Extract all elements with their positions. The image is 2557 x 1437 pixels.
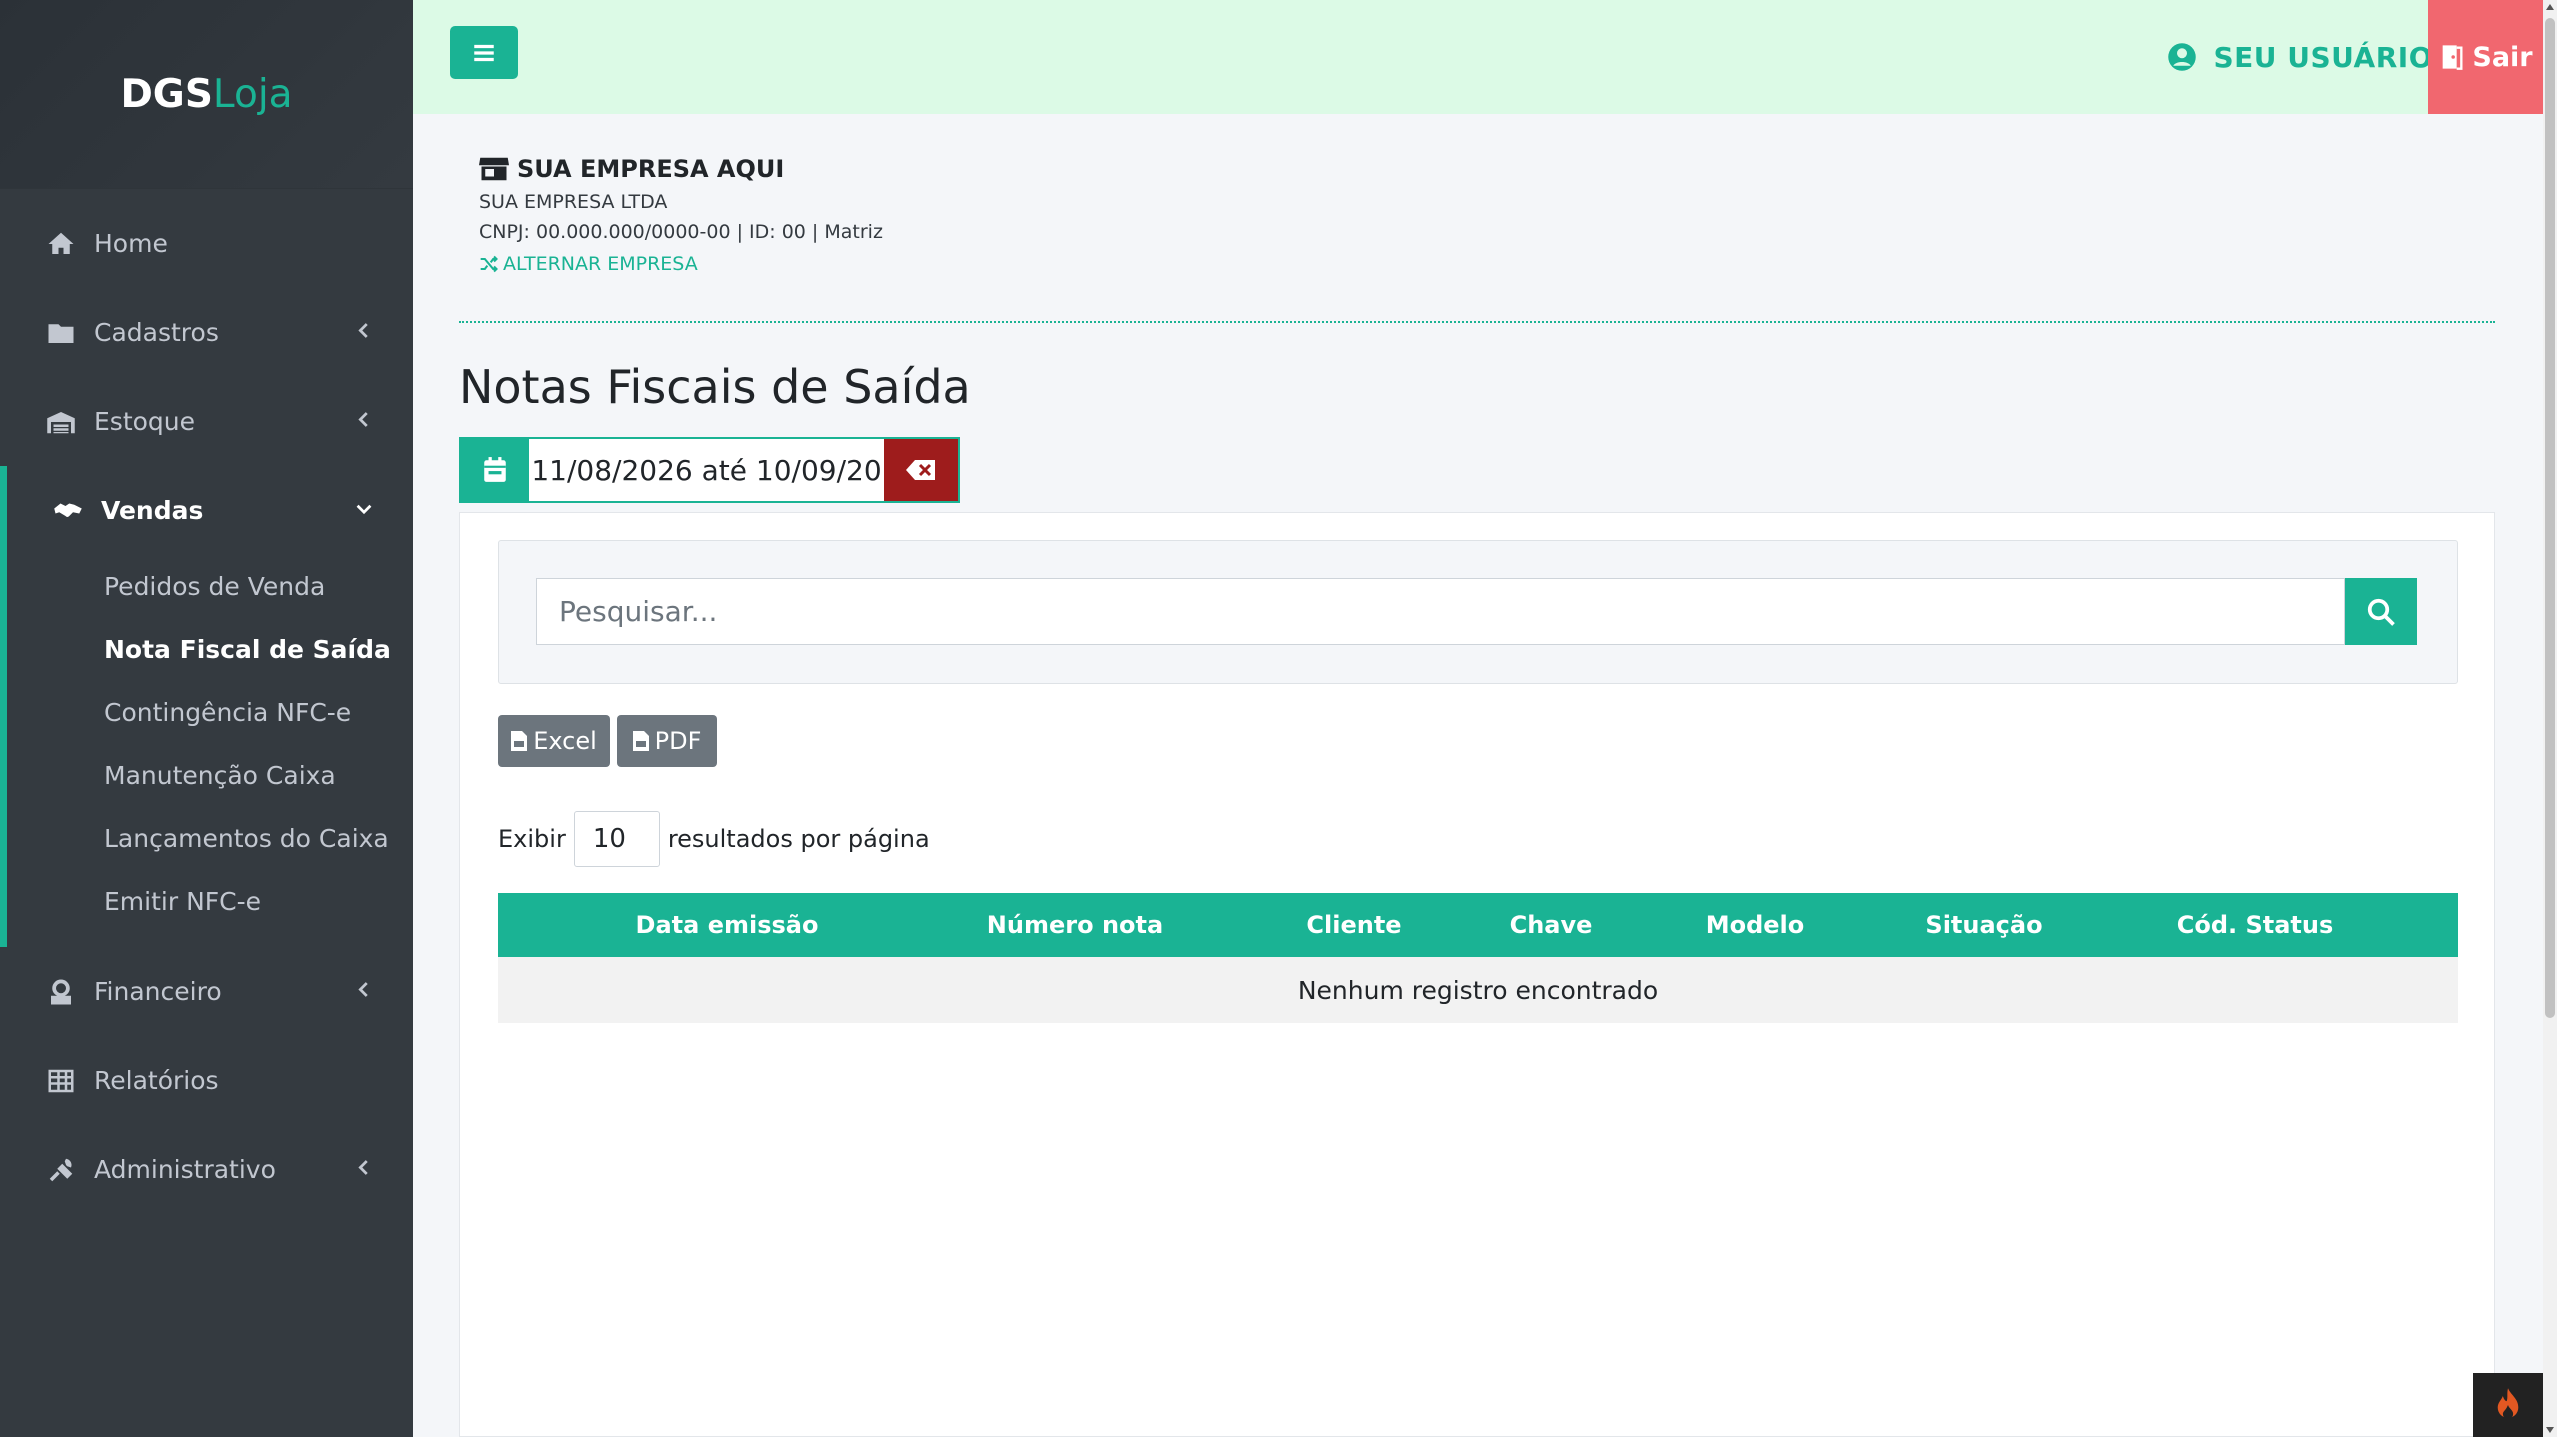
shuffle-icon [480,255,498,273]
scroll-up-arrow[interactable] [2546,4,2554,10]
page-size-prefix: Exibir [498,825,566,853]
invoices-table: Data emissão Número nota Cliente Chave M… [498,893,2458,1023]
scrollbar-thumb[interactable] [2545,18,2555,1018]
sidebar-item-label: Estoque [94,407,196,436]
submenu-item-emitir-nfce[interactable]: Emitir NFC-e [7,870,413,933]
search-input[interactable] [536,578,2345,645]
export-excel-label: Excel [533,727,597,755]
chevron-left-icon [353,977,375,1006]
debug-toolbar-toggle[interactable] [2473,1373,2543,1437]
backspace-icon [906,460,935,480]
switch-company-label: ALTERNAR EMPRESA [503,253,698,275]
chevron-left-icon [353,407,375,436]
company-name-row: SUA EMPRESA AQUI [479,155,883,183]
page-size-suffix: resultados por página [667,825,930,853]
sidebar-item-estoque[interactable]: Estoque [0,377,413,466]
company-legal-name: SUA EMPRESA LTDA [479,191,668,213]
calendar-icon [484,457,506,482]
tools-icon [44,1153,78,1187]
table-icon [44,1064,78,1098]
sidebar: DGS Loja Home Cadastros Estoque Vendas Pe… [0,0,413,1437]
user-menu[interactable]: SEU USUÁRIO [2167,0,2433,114]
company-name: SUA EMPRESA AQUI [517,155,785,183]
logout-label: Sair [2472,41,2533,73]
submenu-item-manutencao-caixa[interactable]: Manutenção Caixa [7,744,413,807]
menu-toggle-button[interactable] [450,26,518,79]
calendar-button[interactable] [461,439,529,501]
empty-table-row: Nenhum registro encontrado [498,957,2458,1023]
search-button[interactable] [2345,578,2417,645]
export-excel-button[interactable]: Excel [498,715,610,767]
handshake-icon [51,494,85,528]
sidebar-item-label: Relatórios [94,1066,219,1095]
column-header-cliente[interactable]: Cliente [1306,893,1401,957]
search-icon [2367,598,2395,626]
chevron-left-icon [353,318,375,347]
sidebar-nav: Home Cadastros Estoque [0,199,413,466]
column-header-numero-nota[interactable]: Número nota [987,893,1163,957]
user-circle-icon [2168,43,2197,71]
sidebar-item-label: Home [94,229,168,258]
sidebar-item-label: Administrativo [94,1155,276,1184]
sidebar-item-administrativo[interactable]: Administrativo [0,1125,413,1214]
user-name: SEU USUÁRIO [2213,40,2433,74]
warehouse-icon [44,405,78,439]
sidebar-item-financeiro[interactable]: Financeiro [0,947,413,1036]
logout-button[interactable]: Sair [2428,0,2543,114]
brand-text-primary: DGS [120,71,213,117]
column-header-chave[interactable]: Chave [1510,893,1593,957]
scroll-down-arrow[interactable] [2546,1427,2554,1433]
submenu-item-pedidos-venda[interactable]: Pedidos de Venda [7,555,413,618]
csv-file-icon [511,731,528,751]
page-scrollbar[interactable] [2543,0,2557,1437]
submenu-item-nota-fiscal-saida[interactable]: Nota Fiscal de Saída [7,618,413,681]
date-range-input[interactable]: 11/08/2026 até 10/09/20 [529,439,884,501]
column-header-modelo[interactable]: Modelo [1706,893,1805,957]
sidebar-item-label: Cadastros [94,318,219,347]
company-details: CNPJ: 00.000.000/0000-00 | ID: 00 | Matr… [479,221,883,243]
page-size-input[interactable] [573,811,660,867]
sidebar-group-vendas: Vendas Pedidos de Venda Nota Fiscal de S… [0,466,413,947]
submenu-item-contingencia-nfce[interactable]: Contingência NFC-e [7,681,413,744]
vendas-submenu: Pedidos de Venda Nota Fiscal de Saída Co… [7,555,413,947]
brand-logo[interactable]: DGS Loja [0,0,413,189]
column-header-cod-status[interactable]: Cód. Status [2177,893,2334,957]
pdf-file-icon [632,731,649,751]
switch-company-link[interactable]: ALTERNAR EMPRESA [479,253,883,275]
clear-date-button[interactable] [884,439,958,501]
page-title: Notas Fiscais de Saída [459,360,971,414]
date-range-filter: 11/08/2026 até 10/09/20 [459,437,960,503]
search-panel [498,540,2458,684]
sidebar-nav-lower: Financeiro Relatórios Administrativo [0,947,413,1214]
brand-text-secondary: Loja [212,71,293,117]
column-header-data-emissao[interactable]: Data emissão [636,893,819,957]
top-header: SEU USUÁRIO Sair [413,0,2543,114]
door-exit-icon [2443,45,2463,70]
submenu-item-lancamentos-caixa[interactable]: Lançamentos do Caixa [7,807,413,870]
chevron-left-icon [353,1155,375,1184]
chevron-down-icon [353,496,375,525]
hamburger-icon [474,44,494,61]
export-pdf-button[interactable]: PDF [617,715,717,767]
sidebar-item-label: Financeiro [94,977,222,1006]
company-info: SUA EMPRESA AQUI SUA EMPRESA LTDA CNPJ: … [479,155,883,275]
sidebar-item-vendas[interactable]: Vendas [7,466,413,555]
folder-icon [44,316,78,350]
page-size-control: Exibir resultados por página [498,811,930,867]
export-pdf-label: PDF [654,727,702,755]
table-header: Data emissão Número nota Cliente Chave M… [498,893,2458,957]
results-card: Excel PDF Exibir resultados por página D… [459,512,2495,1437]
column-header-situacao[interactable]: Situação [1925,893,2042,957]
money-icon [44,975,78,1009]
home-icon [44,227,78,261]
store-icon [479,157,509,181]
sidebar-item-relatorios[interactable]: Relatórios [0,1036,413,1125]
section-divider [459,321,2495,323]
sidebar-item-label: Vendas [101,496,204,525]
sidebar-item-home[interactable]: Home [0,199,413,288]
sidebar-item-cadastros[interactable]: Cadastros [0,288,413,377]
flame-icon [2497,1388,2519,1420]
